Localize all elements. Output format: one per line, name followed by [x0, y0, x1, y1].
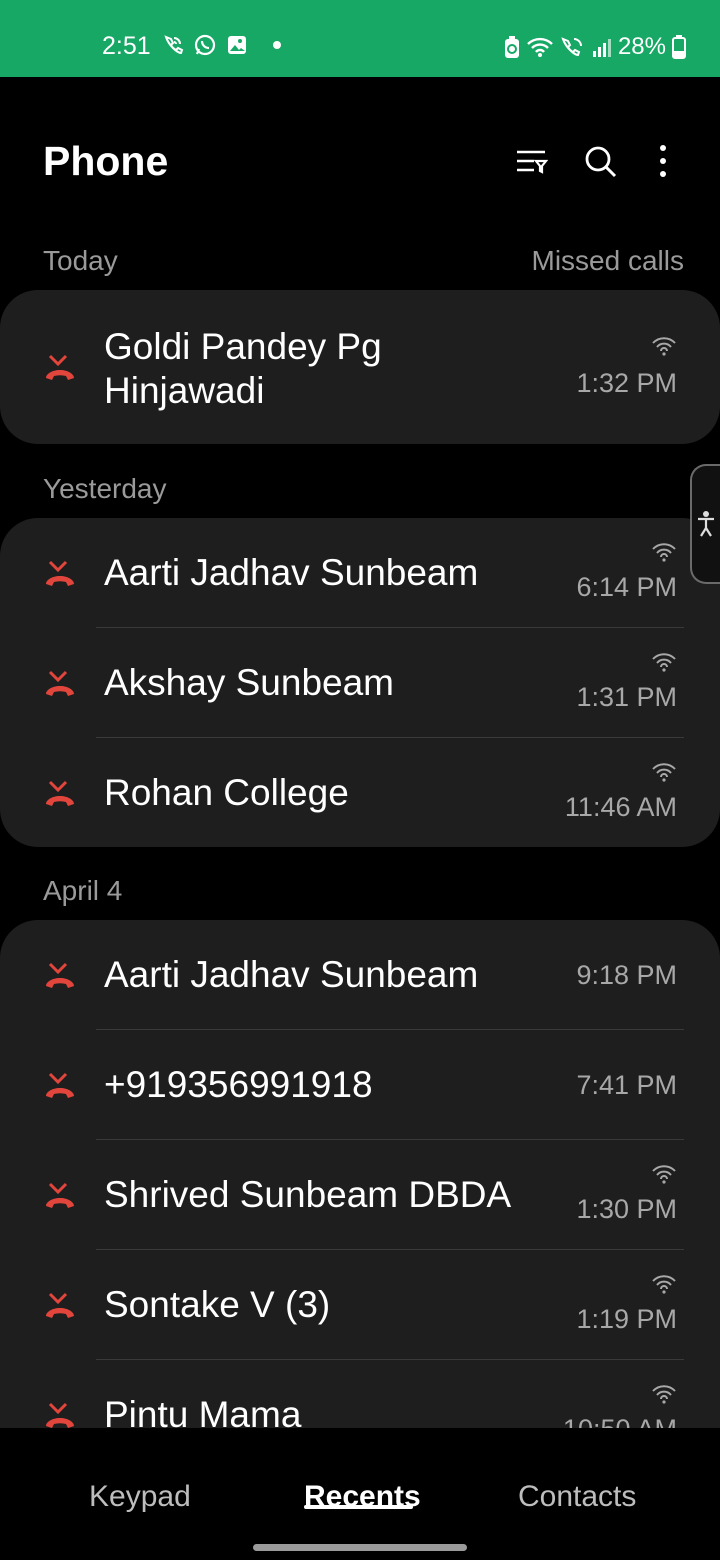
- notification-dot-icon: [273, 41, 281, 49]
- caller-name-line1: Goldi Pandey Pg: [104, 326, 382, 367]
- call-time: 1:32 PM: [576, 368, 677, 398]
- section-today-label: Today: [43, 245, 118, 276]
- call-time: 1:19 PM: [576, 1304, 677, 1334]
- image-icon: [228, 36, 246, 54]
- call-time: 9:18 PM: [576, 960, 677, 990]
- missed-call-icon: [46, 354, 74, 380]
- status-bar: 2:51 28%: [0, 0, 720, 77]
- yesterday-card: Aarti Jadhav Sunbeam 6:14 PM Akshay Sunb…: [0, 518, 720, 847]
- caller-name: Sontake V (3): [104, 1284, 331, 1325]
- status-right-icons: 28%: [504, 33, 686, 61]
- wifi-call-indicator-icon: [652, 1385, 676, 1404]
- caller-name-line2: Hinjawadi: [104, 370, 265, 411]
- wifi-call-indicator-icon: [652, 543, 676, 562]
- status-time: 2:51: [102, 32, 151, 60]
- missed-call-icon: [46, 1182, 74, 1208]
- caller-name: +919356991918: [104, 1064, 373, 1105]
- battery-percent: 28%: [617, 33, 666, 60]
- today-card: Goldi Pandey Pg Hinjawadi 1:32 PM: [0, 290, 720, 444]
- missed-call-icon: [46, 560, 74, 586]
- caller-name: Pintu Mama: [104, 1394, 302, 1428]
- page-title: Phone: [43, 138, 169, 184]
- tab-contacts[interactable]: Contacts: [518, 1480, 636, 1514]
- missed-call-icon: [46, 1072, 74, 1098]
- call-row[interactable]: Pintu Mama 10:50 AM: [0, 1360, 720, 1428]
- bottom-navigation: Keypad Recents Contacts: [0, 1428, 720, 1560]
- call-row[interactable]: Aarti Jadhav Sunbeam 6:14 PM: [0, 518, 720, 628]
- missed-calls-filter-label[interactable]: Missed calls: [532, 245, 684, 277]
- call-time: 1:31 PM: [576, 682, 677, 712]
- caller-name: Aarti Jadhav Sunbeam: [104, 954, 479, 995]
- call-time: 6:14 PM: [576, 572, 677, 602]
- call-row[interactable]: Akshay Sunbeam 1:31 PM: [0, 628, 720, 738]
- tab-keypad[interactable]: Keypad: [89, 1480, 191, 1514]
- missed-call-icon: [46, 1292, 74, 1318]
- missed-call-icon: [46, 780, 74, 806]
- volte-call-icon: [561, 37, 582, 57]
- call-row[interactable]: Aarti Jadhav Sunbeam 9:18 PM: [0, 920, 720, 1030]
- battery-icon: [672, 35, 686, 59]
- call-row[interactable]: Sontake V (3) 1:19 PM: [0, 1250, 720, 1360]
- caller-name: Shrived Sunbeam DBDA: [104, 1174, 512, 1215]
- section-april4-label: April 4: [43, 875, 123, 906]
- caller-name: Akshay Sunbeam: [104, 662, 395, 703]
- april4-card: Aarti Jadhav Sunbeam 9:18 PM +9193569919…: [0, 920, 720, 1428]
- call-time: 7:41 PM: [576, 1070, 677, 1100]
- caller-name: Goldi Pandey Pg Hinjawadi: [104, 325, 382, 413]
- signal-icon: [592, 39, 611, 57]
- wifi-call-indicator-icon: [652, 337, 676, 356]
- call-row[interactable]: Shrived Sunbeam DBDA 1:30 PM: [0, 1140, 720, 1250]
- caller-name: Rohan College: [104, 772, 349, 813]
- call-row[interactable]: Rohan College 11:46 AM: [0, 738, 720, 847]
- wifi-call-indicator-icon: [652, 1275, 676, 1294]
- section-yesterday-label: Yesterday: [43, 473, 167, 504]
- wifi-call-indicator-icon: [652, 763, 676, 782]
- call-row[interactable]: +919356991918 7:41 PM: [0, 1030, 720, 1140]
- call-row[interactable]: Goldi Pandey Pg Hinjawadi 1:32 PM: [0, 290, 720, 444]
- whatsapp-icon: [194, 34, 216, 56]
- home-gesture-bar[interactable]: [253, 1544, 467, 1551]
- status-left-icons: [162, 33, 281, 57]
- more-icon[interactable]: [646, 143, 680, 179]
- missed-call-icon: [46, 962, 74, 988]
- missed-call-icon: [46, 670, 74, 696]
- battery-saver-icon: [504, 36, 519, 58]
- call-time: 1:30 PM: [576, 1194, 677, 1224]
- search-icon[interactable]: [584, 143, 618, 179]
- missed-call-icon: [46, 1402, 74, 1428]
- wifi-call-indicator-icon: [652, 653, 676, 672]
- caller-name: Aarti Jadhav Sunbeam: [104, 552, 479, 593]
- call-time: 10:50 AM: [563, 1414, 677, 1428]
- call-time: 11:46 AM: [564, 792, 677, 822]
- filter-icon[interactable]: [514, 143, 548, 179]
- active-tab-indicator: [304, 1505, 413, 1509]
- wifi-call-icon: [164, 35, 184, 55]
- accessibility-icon: [698, 511, 714, 537]
- accessibility-shortcut[interactable]: [690, 464, 720, 584]
- wifi-icon: [527, 37, 553, 57]
- wifi-call-indicator-icon: [652, 1165, 676, 1184]
